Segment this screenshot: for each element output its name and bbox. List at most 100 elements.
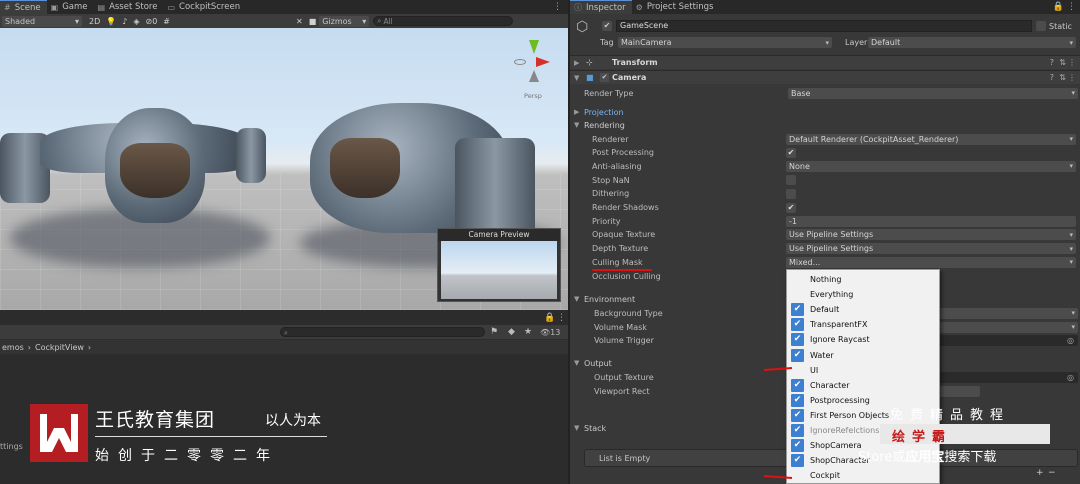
audio-icon[interactable]: ♪ <box>119 16 130 27</box>
favorite-icon[interactable]: ★ <box>524 327 532 337</box>
gizmos-dropdown[interactable]: Gizmos ▾ <box>319 15 370 27</box>
culling-menu-item[interactable]: ✔ Default <box>787 302 939 317</box>
tab-inspector[interactable]: ⓘ Inspector <box>570 0 632 14</box>
rendering-row: Opaque Texture Use Pipeline Settings <box>568 228 1078 242</box>
watermark-motto: 以人为本 <box>265 413 321 429</box>
remove-stack-button[interactable]: − <box>1048 468 1056 478</box>
breadcrumb-item[interactable]: CockpitView <box>35 343 84 352</box>
orientation-gizmo[interactable]: Persp <box>510 40 558 102</box>
promo-text: 免费精品教程 <box>890 408 1011 423</box>
rendering-row: Renderer Default Renderer (CockpitAsset_R… <box>568 132 1078 146</box>
promo-download-text: Store或应用宝搜索下载 <box>858 450 997 465</box>
setting-dropdown[interactable]: None <box>786 160 1076 172</box>
rendering-row: Post Processing ✔ <box>592 147 796 158</box>
projection-foldout[interactable]: ▶ Projection <box>570 105 1080 119</box>
layer-dropdown[interactable]: Default <box>868 37 1076 48</box>
ship-cockpit <box>120 143 190 198</box>
breadcrumb-item[interactable]: emos <box>2 343 24 352</box>
setting-dropdown[interactable]: Use Pipeline Settings <box>786 243 1076 255</box>
project-search-input[interactable]: ⌕ <box>280 327 485 337</box>
visibility-count[interactable]: 👁13 <box>540 328 560 337</box>
setting-dropdown[interactable]: Use Pipeline Settings <box>786 229 1076 241</box>
more-menu-icon[interactable]: ⋮ <box>553 2 562 12</box>
effects-icon[interactable]: ◈ <box>130 16 142 27</box>
rendering-row: Anti-aliasing None <box>568 159 1078 173</box>
toggle-2d-button[interactable]: 2D <box>86 16 103 27</box>
layer-label: Layer <box>845 38 868 47</box>
setting-checkbox[interactable]: ✔ <box>786 202 796 213</box>
search-icon: ⌕ <box>284 329 288 337</box>
checkmark-icon: ✔ <box>791 303 804 317</box>
screen-icon: ▭ <box>167 2 176 12</box>
more-menu-icon[interactable]: ⋮ <box>1068 58 1076 67</box>
checkmark-icon: ✔ <box>791 393 804 407</box>
hidden-objects-icon[interactable]: ⊘ 0 <box>142 16 160 27</box>
tab-game[interactable]: ▣ Game <box>47 0 94 14</box>
preset-icon[interactable]: ⇅ <box>1059 73 1066 82</box>
lighting-icon[interactable]: 💡 <box>103 16 119 27</box>
camera-header[interactable]: ▼ ■ ✔ Camera ? ⇅ ⋮ <box>570 70 1080 84</box>
rendering-foldout[interactable]: ▼ Rendering <box>570 118 1080 132</box>
more-menu-icon[interactable]: ⋮ <box>1067 2 1076 12</box>
add-stack-button[interactable]: + <box>1036 468 1044 478</box>
camera-preview: Camera Preview <box>437 228 561 302</box>
promo-banner: 绘学霸 <box>880 424 1050 445</box>
culling-menu-item[interactable]: ✔ Water <box>787 348 939 363</box>
tab-asset-store[interactable]: ▤ Asset Store <box>94 0 164 14</box>
tag-dropdown[interactable]: MainCamera <box>618 37 832 48</box>
setting-checkbox[interactable] <box>786 175 796 186</box>
grid-icon[interactable]: # <box>160 16 173 27</box>
transform-header[interactable]: ▶ ⊹ Transform ? ⇅ ⋮ <box>570 55 1080 69</box>
help-icon[interactable]: ? <box>1050 58 1054 67</box>
more-menu-icon[interactable]: ⋮ <box>1068 73 1076 82</box>
chevron-down-icon: ▾ <box>74 16 79 26</box>
setting-dropdown[interactable]: Default Renderer (CockpitAsset_Renderer) <box>786 133 1076 145</box>
tab-scene[interactable]: # Scene <box>0 0 47 14</box>
object-picker-icon[interactable]: ◎ <box>1067 336 1074 345</box>
search-icon: ⌕ <box>377 16 382 25</box>
culling-menu-item[interactable]: ✔ Character <box>787 378 939 393</box>
setting-dropdown[interactable]: Mixed... <box>786 256 1076 268</box>
neg-y-axis-icon <box>529 70 539 82</box>
lock-icon[interactable]: 🔒 <box>1053 2 1064 12</box>
active-checkbox[interactable]: ✔ <box>602 21 612 31</box>
setting-field[interactable]: -1 <box>786 215 1076 227</box>
culling-menu-item[interactable]: ✔ TransparentFX <box>787 317 939 332</box>
object-picker-icon[interactable]: ◎ <box>1067 373 1074 382</box>
camera-preview-image <box>441 241 557 299</box>
transform-icon: ⊹ <box>586 58 593 67</box>
setting-checkbox[interactable] <box>786 188 796 199</box>
culling-menu-item[interactable]: Cockpit <box>787 468 939 483</box>
rendering-row: Culling Mask Mixed... <box>568 255 1078 269</box>
tab-project-settings[interactable]: ⚙ Project Settings <box>632 0 720 14</box>
static-checkbox[interactable] <box>1036 21 1046 31</box>
lock-icon[interactable]: 🔒 <box>544 313 555 323</box>
scene-search-input[interactable]: ⌕ All <box>373 16 514 26</box>
tools-icon[interactable]: ✕ <box>293 16 306 27</box>
setting-checkbox[interactable]: ✔ <box>786 147 796 158</box>
filter-icon[interactable]: ⚑ <box>490 327 498 337</box>
checkmark-icon: ✔ <box>791 318 804 332</box>
rendering-row: Dithering <box>568 187 1078 201</box>
culling-menu-item[interactable]: UI <box>787 363 939 378</box>
right-tab-bar: ⓘ Inspector ⚙ Project Settings 🔒 ⋮ <box>570 0 1080 14</box>
camera-enabled-checkbox[interactable]: ✔ <box>600 73 609 82</box>
culling-menu-item[interactable]: ✔ Ignore Raycast <box>787 332 939 347</box>
shading-dropdown[interactable]: Shaded ▾ <box>2 15 82 27</box>
checkmark-icon: ✔ <box>791 378 804 392</box>
z-axis-icon <box>514 59 526 65</box>
preset-icon[interactable]: ⇅ <box>1059 58 1066 67</box>
static-label: Static <box>1049 22 1072 31</box>
help-icon[interactable]: ? <box>1050 73 1054 82</box>
persp-label[interactable]: Persp <box>524 92 542 100</box>
render-type-dropdown[interactable]: Base <box>788 87 1078 99</box>
object-name-field[interactable]: GameScene <box>616 20 1032 32</box>
camera-icon: ■ <box>586 73 594 82</box>
label-icon[interactable]: ◆ <box>508 327 515 337</box>
more-menu-icon[interactable]: ⋮ <box>557 313 566 323</box>
camera-preview-title: Camera Preview <box>438 229 560 241</box>
chevron-down-icon: ▼ <box>574 73 580 82</box>
culling-menu-item[interactable]: Everything <box>787 287 939 302</box>
tab-cockpit-screen[interactable]: ▭ CockpitScreen <box>163 0 246 14</box>
camera-icon[interactable]: ■ <box>306 16 320 27</box>
